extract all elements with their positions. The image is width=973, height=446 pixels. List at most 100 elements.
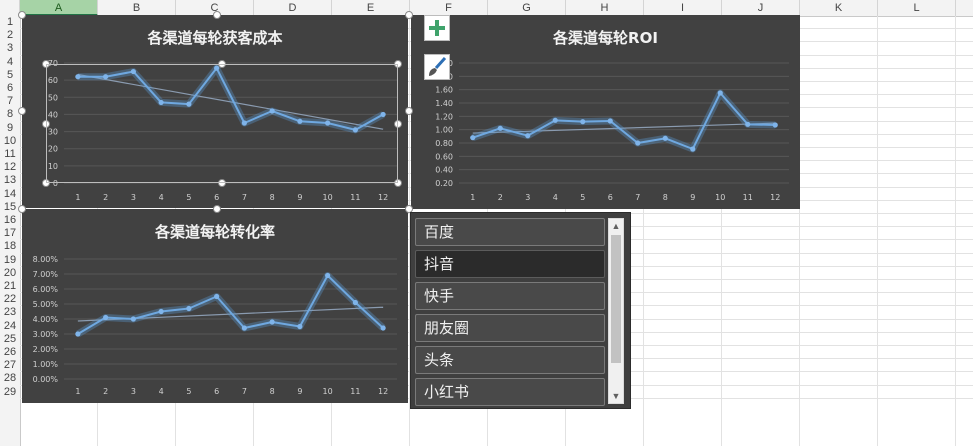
row-header-15[interactable]: 15 [0,201,20,214]
row-header-25[interactable]: 25 [0,333,20,346]
row-header-3[interactable]: 3 [0,42,20,55]
data-point[interactable] [103,314,109,321]
resize-handle[interactable] [405,11,413,19]
select-all-corner[interactable] [0,0,20,16]
row-header-22[interactable]: 22 [0,293,20,306]
row-header-7[interactable]: 7 [0,95,20,108]
data-point[interactable] [607,118,613,124]
column-header-g[interactable]: G [488,0,566,16]
column-header-h[interactable]: H [566,0,644,16]
row-header-21[interactable]: 21 [0,280,20,293]
resize-handle[interactable] [213,205,221,213]
plot-area-selection[interactable] [46,64,398,183]
chart-title: 各渠道每轮获客成本 [146,29,282,47]
data-point[interactable] [690,146,696,152]
column-header-j[interactable]: J [722,0,800,16]
chart-style-button[interactable] [424,54,450,80]
x-tick-label: 5 [186,193,191,202]
add-chart-element-button[interactable] [424,15,450,41]
data-point[interactable] [352,299,358,306]
row-header-14[interactable]: 14 [0,188,20,201]
data-point[interactable] [635,140,641,146]
resize-handle[interactable] [18,11,26,19]
data-point[interactable] [241,325,247,331]
row-header-5[interactable]: 5 [0,69,20,82]
slicer-item[interactable]: 小红书 [415,378,605,406]
data-point[interactable] [745,121,751,127]
slicer-item[interactable]: 快手 [415,282,605,310]
row-header-1[interactable]: 1 [0,16,20,29]
x-tick-label: 5 [580,193,585,202]
column-header-e[interactable]: E [332,0,410,16]
scroll-down-icon[interactable]: ▼ [609,389,623,403]
row-header-10[interactable]: 10 [0,135,20,148]
scrollbar-thumb[interactable] [611,235,621,363]
data-point[interactable] [525,133,531,139]
chart-roi[interactable]: 各渠道每轮ROI 0.20 0.40 0.60 0.80 1.00 1.20 1.40 1.60… [411,15,800,209]
data-point[interactable] [662,135,668,141]
column-header-l[interactable]: L [878,0,956,16]
data-point[interactable] [497,125,503,131]
scroll-up-icon[interactable]: ▲ [609,219,623,233]
row-header-18[interactable]: 18 [0,240,20,253]
data-point[interactable] [130,316,136,322]
data-point[interactable] [75,331,81,337]
data-point[interactable] [772,122,778,128]
row-header-27[interactable]: 27 [0,359,20,372]
x-tick-label: 5 [186,387,191,396]
slicer-item[interactable]: 百度 [415,218,605,246]
channel-slicer[interactable]: 百度抖音快手朋友圈头条小红书 ▲ ▼ [410,212,631,409]
x-tick-label: 12 [770,193,780,202]
data-point[interactable] [325,272,331,279]
row-header-4[interactable]: 4 [0,56,20,69]
column-header-i[interactable]: I [644,0,722,16]
row-header-19[interactable]: 19 [0,254,20,267]
row-header-13[interactable]: 13 [0,174,20,187]
slicer-item[interactable]: 抖音 [415,250,605,278]
data-point[interactable] [717,90,723,96]
data-point[interactable] [269,319,275,325]
row-header-8[interactable]: 8 [0,108,20,121]
slicer-scrollbar[interactable]: ▲ ▼ [608,218,624,404]
row-header-11[interactable]: 11 [0,148,20,161]
slicer-item[interactable]: 朋友圈 [415,314,605,342]
resize-handle[interactable] [18,205,26,213]
row-header-2[interactable]: 2 [0,29,20,42]
resize-handle[interactable] [213,11,221,19]
data-point[interactable] [297,323,303,330]
data-point[interactable] [158,308,164,315]
column-header-b[interactable]: B [98,0,176,16]
row-header-26[interactable]: 26 [0,346,20,359]
y-tick-label: 0.00% [33,375,59,384]
row-header-16[interactable]: 16 [0,214,20,227]
x-tick-label: 12 [378,387,388,396]
row-header-23[interactable]: 23 [0,306,20,319]
row-header-12[interactable]: 12 [0,161,20,174]
plus-icon [429,20,445,36]
slicer-item[interactable]: 头条 [415,346,605,374]
resize-handle[interactable] [18,107,26,115]
x-tick-label: 8 [270,193,275,202]
row-header-6[interactable]: 6 [0,82,20,95]
column-header-f[interactable]: F [410,0,488,16]
data-point[interactable] [214,293,220,300]
column-header-a[interactable]: A [20,0,98,16]
data-point[interactable] [186,305,192,312]
chart-title: 各渠道每轮ROI [552,29,658,47]
data-point[interactable] [552,117,558,123]
resize-handle[interactable] [405,107,413,115]
column-header-k[interactable]: K [800,0,878,16]
row-header-29[interactable]: 29 [0,386,20,399]
data-point[interactable] [580,119,586,125]
row-header: 1 2 3 4 5 6 7 8 9 10 11 12 13 14 15 16 17 18 19 20 21 22 23 24 2… [0,16,21,446]
row-header-9[interactable]: 9 [0,122,20,135]
data-point[interactable] [380,325,386,331]
row-header-28[interactable]: 28 [0,372,20,385]
data-point[interactable] [470,135,476,141]
row-header-17[interactable]: 17 [0,227,20,240]
x-tick-label: 1 [75,193,80,202]
chart-conversion-rate[interactable]: 各渠道每轮转化率 0.00% 1.00% 2.00% 3.00% 4.00% 5.00% 6.… [22,209,408,403]
row-header-24[interactable]: 24 [0,320,20,333]
column-header-d[interactable]: D [254,0,332,16]
row-header-20[interactable]: 20 [0,267,20,280]
